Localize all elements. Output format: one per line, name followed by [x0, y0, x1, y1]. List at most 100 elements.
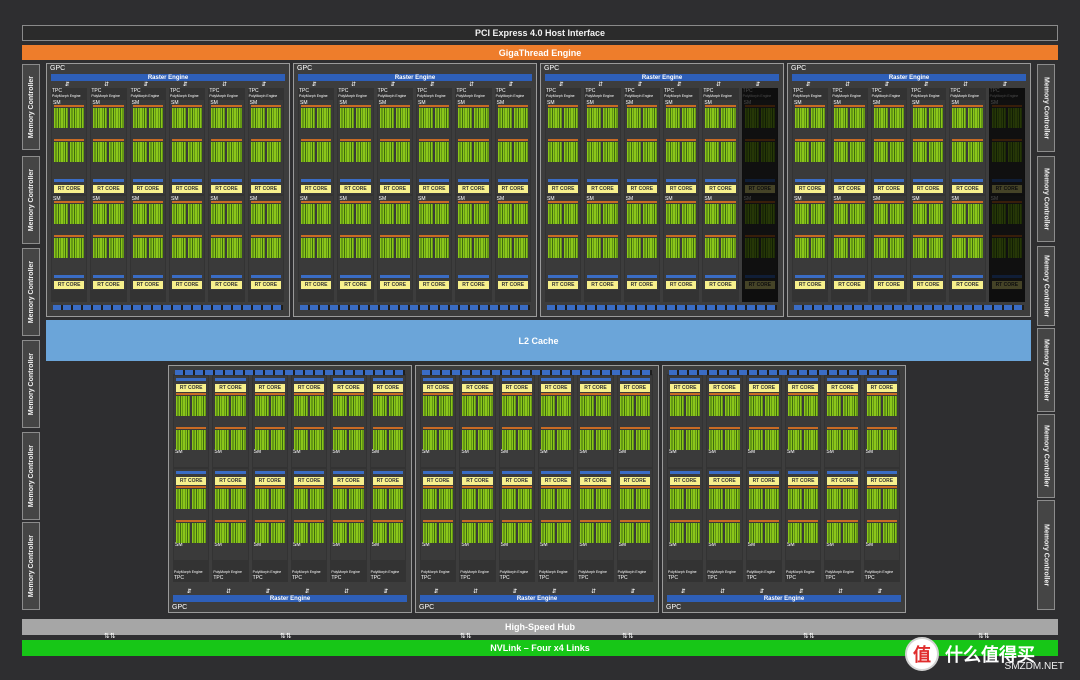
cuda-core-block	[682, 238, 697, 258]
cuda-core-block	[557, 396, 572, 416]
register-strip	[423, 378, 454, 381]
tpc-label: TPC	[578, 575, 589, 581]
rt-core: RT CORE	[132, 281, 163, 289]
l1-strip	[422, 370, 652, 375]
raster-arrow: ⇵	[473, 589, 479, 595]
cuda-core-block	[439, 489, 454, 509]
register-strip	[952, 179, 983, 182]
scheduler-row	[419, 235, 450, 237]
cuda-core-block	[356, 108, 371, 128]
cuda-core-block	[811, 108, 826, 128]
rt-core: RT CORE	[215, 477, 246, 485]
cuda-core-block	[670, 489, 685, 509]
scheduler-row	[587, 201, 618, 203]
cuda-core-block	[211, 142, 226, 162]
cuda-core-block	[340, 204, 355, 224]
cuda-core-block	[231, 489, 246, 509]
scheduler-row	[462, 427, 493, 429]
cuda-core-block	[788, 396, 803, 416]
scheduler-row	[497, 235, 528, 237]
sm-block: SMRT CORE	[174, 376, 209, 467]
cuda-core-block	[705, 108, 720, 128]
raster-engine: Raster Engine	[420, 595, 654, 602]
cuda-core-block	[215, 523, 230, 543]
high-speed-hub: High-Speed Hub	[22, 619, 1058, 635]
scheduler-row	[580, 520, 611, 522]
rt-core: RT CORE	[379, 281, 410, 289]
tpc-label: TPC	[174, 575, 184, 581]
memory-controller-label: Memory Controller	[27, 444, 35, 508]
raster-arrow: ⇵	[676, 82, 682, 88]
cuda-core-block	[215, 396, 230, 416]
cuda-core-block	[435, 238, 450, 258]
cuda-core-block	[250, 142, 265, 162]
memory-controller: Memory Controller	[1037, 414, 1055, 498]
polymorph-engine-label: PolyMorph Engine	[370, 570, 400, 574]
cuda-core-block	[804, 430, 819, 450]
cuda-core-block	[709, 396, 724, 416]
rt-core: RT CORE	[795, 281, 826, 289]
cuda-core-block	[764, 489, 779, 509]
cuda-core-block	[882, 523, 897, 543]
rt-core: RT CORE	[215, 384, 246, 392]
cuda-core-block	[266, 204, 281, 224]
raster-arrow: ⇵	[755, 82, 761, 88]
sm-block: SMRT CORE	[370, 376, 405, 467]
raster-arrow: ⇵	[720, 589, 726, 595]
sm-block: SMRT CORE	[248, 196, 283, 290]
register-strip	[379, 275, 410, 278]
cuda-core-block	[929, 142, 944, 162]
sm-block: SMRT CORE	[825, 469, 860, 560]
rt-core: RT CORE	[54, 281, 85, 289]
scheduler-row	[294, 520, 325, 522]
scheduler-row	[211, 201, 242, 203]
scheduler-row	[423, 520, 454, 522]
cuda-core-block	[419, 238, 434, 258]
sm-block: SMRT CORE	[456, 196, 491, 290]
scheduler-row	[666, 105, 697, 107]
cuda-core-block	[148, 142, 163, 162]
scheduler-row	[294, 427, 325, 429]
cuda-core-block	[435, 108, 450, 128]
disabled-tpc-overlay	[741, 88, 778, 302]
cuda-core-block	[596, 523, 611, 543]
scheduler-row	[670, 427, 701, 429]
register-strip	[587, 275, 618, 278]
tpc-label: TPC	[370, 575, 381, 581]
sm-block: SMRT CORE	[707, 376, 742, 467]
polymorph-engine-label: PolyMorph Engine	[832, 94, 861, 98]
cuda-core-block	[379, 238, 394, 258]
nvlink-arrow: ⇅⇅	[803, 633, 815, 640]
raster-arrow: ⇵	[877, 589, 883, 595]
cuda-core-block	[423, 489, 438, 509]
scheduler-row	[788, 520, 819, 522]
cuda-core-block	[603, 238, 618, 258]
cuda-core-block	[231, 396, 246, 416]
tpc-block: TPCPolyMorph EngineSMRT CORESMRT CORE	[663, 88, 700, 302]
sm-block: SMRT CORE	[668, 376, 703, 467]
watermark-logo-icon: 值	[905, 637, 939, 671]
polymorph-engine-label: PolyMorph Engine	[578, 570, 607, 574]
tpc-block: TPCPolyMorph EngineSMRT CORESMRT CORE	[129, 88, 166, 302]
tpc-block: TPCPolyMorph EngineSMRT CORESMRT CORE	[863, 374, 900, 582]
rt-core: RT CORE	[419, 185, 450, 193]
rt-core: RT CORE	[548, 281, 579, 289]
cuda-core-block	[372, 430, 387, 450]
scheduler-row	[250, 201, 281, 203]
register-strip	[250, 179, 281, 182]
cuda-core-block	[557, 430, 572, 450]
register-strip	[172, 179, 203, 182]
cuda-core-block	[626, 204, 641, 224]
sm-block: SMRT CORE	[338, 196, 373, 290]
l1-strip	[547, 305, 777, 310]
tpc-label: TPC	[460, 575, 471, 581]
cuda-core-block	[889, 238, 904, 258]
register-strip	[54, 179, 85, 182]
sm-block: SMRT CORE	[950, 100, 985, 194]
cuda-core-block	[419, 204, 434, 224]
sm-block: SMRT CORE	[52, 100, 87, 194]
cuda-core-block	[564, 108, 579, 128]
sm-block: SMRT CORE	[299, 196, 334, 290]
cuda-core-block	[379, 108, 394, 128]
cuda-core-block	[395, 108, 410, 128]
